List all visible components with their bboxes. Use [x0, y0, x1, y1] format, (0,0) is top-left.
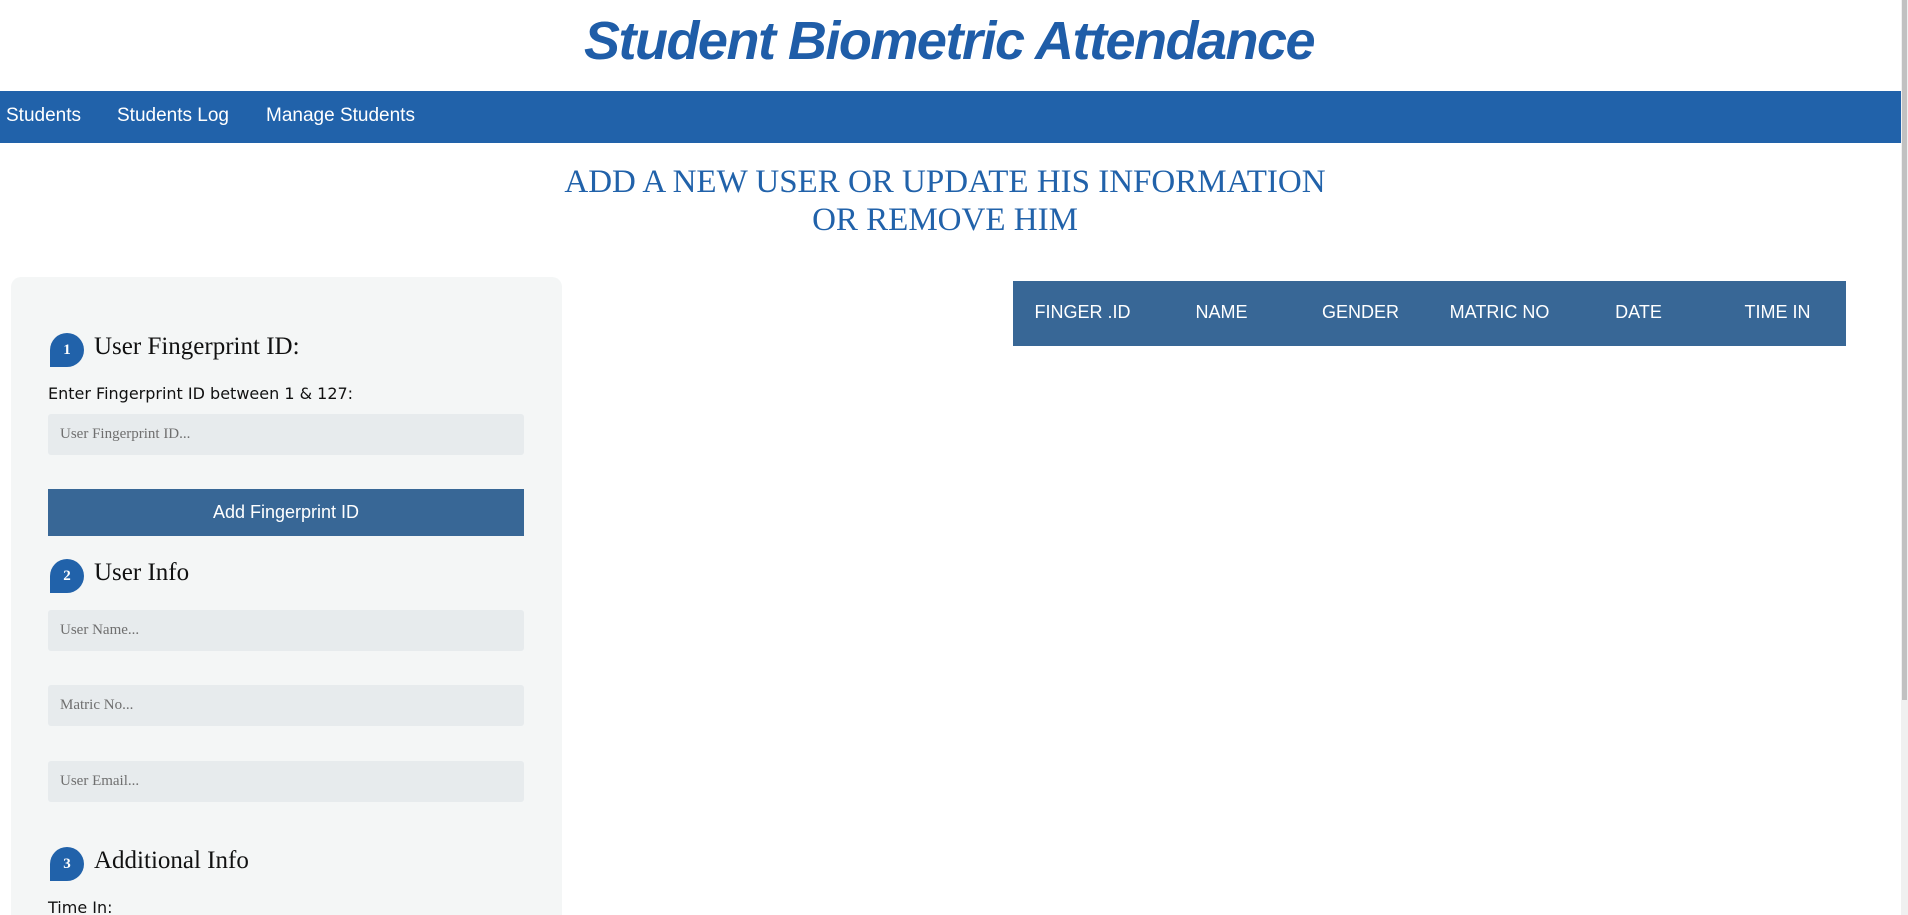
column-header-name: NAME [1195, 302, 1248, 322]
column-header-time-in: TIME IN [1744, 302, 1811, 322]
page-scrollbar-thumb[interactable] [1902, 0, 1907, 700]
nav-link-students-log[interactable]: Students Log [117, 91, 229, 143]
user-name-input[interactable] [48, 610, 524, 651]
user-email-input[interactable] [48, 761, 524, 802]
page-heading: ADD A NEW USER OR UPDATE HIS INFORMATION… [0, 163, 1890, 239]
step-1-badge: 1 [50, 333, 84, 367]
column-header-date: DATE [1615, 302, 1662, 322]
step-3-badge: 3 [50, 847, 84, 881]
top-navbar: Students Students Log Manage Students [0, 91, 1901, 143]
step-2-badge: 2 [50, 559, 84, 593]
step-1-title: User Fingerprint ID: [94, 333, 300, 360]
add-fingerprint-id-button[interactable]: Add Fingerprint ID [48, 489, 524, 536]
students-table-header: FINGER .ID NAME GENDER MATRIC NO DATE TI… [1013, 281, 1846, 346]
column-header-gender: GENDER [1321, 302, 1399, 322]
nav-link-students[interactable]: Students [6, 91, 81, 143]
site-title: Student Biometric Attendance [583, 11, 1316, 71]
step-3-title: Additional Info [94, 847, 249, 874]
page-heading-line1: ADD A NEW USER OR UPDATE HIS INFORMATION [564, 164, 1326, 200]
page-heading-line2: OR REMOVE HIM [812, 202, 1078, 238]
fingerprint-id-input[interactable] [48, 414, 524, 455]
time-in-label: Time In: [48, 898, 113, 915]
fingerprint-id-label: Enter Fingerprint ID between 1 & 127: [48, 384, 354, 403]
step-2-title: User Info [94, 559, 190, 586]
matric-no-input[interactable] [48, 685, 524, 726]
column-header-matric-no: MATRIC NO [1449, 302, 1550, 322]
nav-link-manage-students[interactable]: Manage Students [266, 91, 415, 143]
column-header-finger-id: FINGER .ID [1034, 302, 1131, 322]
user-form-panel: 1 User Fingerprint ID: Enter Fingerprint… [11, 277, 562, 915]
